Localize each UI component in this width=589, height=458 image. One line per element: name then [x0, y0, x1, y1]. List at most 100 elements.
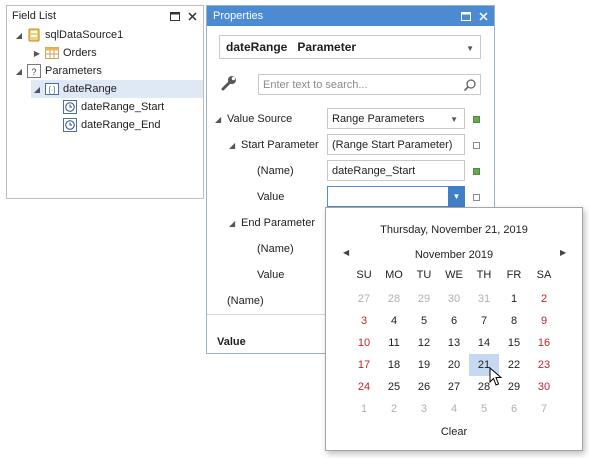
calendar-day[interactable]: 27 — [349, 288, 379, 310]
property-value: dateRange_Start — [332, 164, 416, 177]
collapse-arrow-icon[interactable]: ◢ — [229, 219, 235, 228]
maximize-icon[interactable] — [458, 9, 473, 24]
tree-item-daterange-start[interactable]: dateRange_Start — [61, 98, 164, 116]
calendar-day[interactable]: 3 — [409, 398, 439, 420]
calendar-day[interactable]: 6 — [439, 310, 469, 332]
weekday-header: MO — [385, 269, 403, 281]
object-name: dateRange — [226, 40, 288, 54]
calendar-day[interactable]: 1 — [499, 288, 529, 310]
start-name-field[interactable]: dateRange_Start — [327, 160, 465, 181]
close-icon[interactable] — [185, 9, 200, 24]
default-marker-icon — [473, 142, 480, 149]
calendar-day[interactable]: 29 — [499, 376, 529, 398]
calendar-day[interactable]: 29 — [409, 288, 439, 310]
calendar-day[interactable]: 18 — [379, 354, 409, 376]
parameters-icon: ? — [27, 64, 41, 78]
expand-arrow-icon[interactable]: ▶ — [31, 47, 43, 59]
close-icon[interactable] — [476, 9, 491, 24]
calendar-day[interactable]: 4 — [439, 398, 469, 420]
clear-button[interactable]: Clear — [326, 426, 582, 438]
calendar-day[interactable]: 6 — [499, 398, 529, 420]
table-icon — [45, 46, 59, 60]
collapse-arrow-icon[interactable]: ◢ — [229, 141, 235, 150]
dropdown-button-icon[interactable]: ▼ — [448, 186, 465, 207]
calendar-day[interactable]: 23 — [529, 354, 559, 376]
property-row-start-parameter: ◢ Start Parameter (Range Start Parameter… — [207, 132, 494, 158]
calendar-day[interactable]: 22 — [499, 354, 529, 376]
tree-item-label: Parameters — [45, 65, 102, 77]
calendar-popup: Thursday, November 21, 2019 ◀ November 2… — [325, 207, 583, 451]
calendar-day[interactable]: 9 — [529, 310, 559, 332]
calendar-month-label[interactable]: November 2019 — [326, 249, 582, 261]
search-box[interactable] — [258, 74, 481, 95]
start-parameter-field[interactable]: (Range Start Parameter) — [327, 134, 465, 155]
calendar-today-label[interactable]: Thursday, November 21, 2019 — [326, 224, 582, 236]
modified-marker-icon — [473, 168, 480, 175]
calendar-day[interactable]: 26 — [409, 376, 439, 398]
object-type: Parameter — [297, 40, 357, 54]
mouse-cursor-icon — [489, 366, 503, 387]
svg-text:?: ? — [31, 67, 36, 77]
calendar-day[interactable]: 24 — [349, 376, 379, 398]
property-label: Value Source — [227, 113, 293, 125]
property-label: Value — [257, 191, 285, 203]
calendar-day[interactable]: 5 — [469, 398, 499, 420]
tree-item-daterange-end[interactable]: dateRange_End — [61, 116, 161, 134]
tree-item-sqldatasource[interactable]: ◢ sqlDataSource1 — [13, 26, 123, 44]
search-input[interactable] — [263, 78, 463, 91]
field-list-title: Field List — [12, 10, 57, 22]
calendar-day[interactable]: 25 — [379, 376, 409, 398]
property-value: (Range Start Parameter) — [332, 138, 453, 151]
calendar-day[interactable]: 11 — [379, 332, 409, 354]
calendar-day[interactable]: 20 — [439, 354, 469, 376]
modified-marker-icon — [473, 116, 480, 123]
calendar-day[interactable]: 5 — [409, 310, 439, 332]
collapse-arrow-icon[interactable]: ◢ — [215, 115, 221, 124]
tree-item-parameters[interactable]: ◢ ? Parameters — [13, 62, 102, 80]
property-label: Value — [257, 269, 285, 281]
calendar-day[interactable]: 19 — [409, 354, 439, 376]
calendar-day[interactable]: 4 — [379, 310, 409, 332]
range-parameter-icon: [·] — [45, 82, 59, 96]
tree-item-orders[interactable]: ▶ Orders — [31, 44, 97, 62]
start-value-date-editor[interactable]: ▼ — [327, 186, 465, 207]
calendar-day[interactable]: 15 — [499, 332, 529, 354]
calendar-day[interactable]: 30 — [439, 288, 469, 310]
calendar-day[interactable]: 16 — [529, 332, 559, 354]
field-list-header: Field List — [7, 6, 203, 26]
collapse-arrow-icon[interactable]: ◢ — [13, 65, 25, 77]
weekday-header: TU — [416, 269, 432, 281]
calendar-day[interactable]: 13 — [439, 332, 469, 354]
value-source-select[interactable]: Range Parameters ▼ — [327, 108, 465, 129]
maximize-icon[interactable] — [167, 9, 182, 24]
tree-item-daterange[interactable]: ◢ [·] dateRange — [31, 80, 203, 98]
calendar-day[interactable]: 28 — [379, 288, 409, 310]
calendar-day[interactable]: 2 — [529, 288, 559, 310]
calendar-day[interactable]: 12 — [409, 332, 439, 354]
calendar-day[interactable]: 27 — [439, 376, 469, 398]
calendar-day[interactable]: 2 — [379, 398, 409, 420]
calendar-day[interactable]: 3 — [349, 310, 379, 332]
svg-text:[·]: [·] — [49, 87, 55, 94]
collapse-arrow-icon[interactable]: ◢ — [13, 29, 25, 41]
calendar-day[interactable]: 14 — [469, 332, 499, 354]
collapse-arrow-icon[interactable]: ◢ — [31, 83, 43, 95]
properties-header: Properties — [207, 6, 494, 26]
description-title: Value — [217, 336, 246, 348]
object-selector[interactable]: dateRange Parameter ▼ — [219, 35, 481, 59]
wrench-icon[interactable] — [220, 74, 238, 92]
next-month-icon[interactable]: ▶ — [560, 248, 566, 257]
calendar-day[interactable]: 1 — [349, 398, 379, 420]
calendar-day[interactable]: 7 — [529, 398, 559, 420]
calendar-day[interactable]: 8 — [499, 310, 529, 332]
database-icon — [27, 28, 41, 42]
weekday-header: SU — [356, 269, 372, 281]
calendar-day[interactable]: 10 — [349, 332, 379, 354]
calendar-day[interactable]: 30 — [529, 376, 559, 398]
calendar-day[interactable]: 17 — [349, 354, 379, 376]
calendar-day[interactable]: 31 — [469, 288, 499, 310]
weekday-header: SA — [536, 269, 552, 281]
calendar-day[interactable]: 7 — [469, 310, 499, 332]
search-icon[interactable] — [463, 78, 477, 92]
property-row-start-name: (Name) dateRange_Start — [207, 158, 494, 184]
